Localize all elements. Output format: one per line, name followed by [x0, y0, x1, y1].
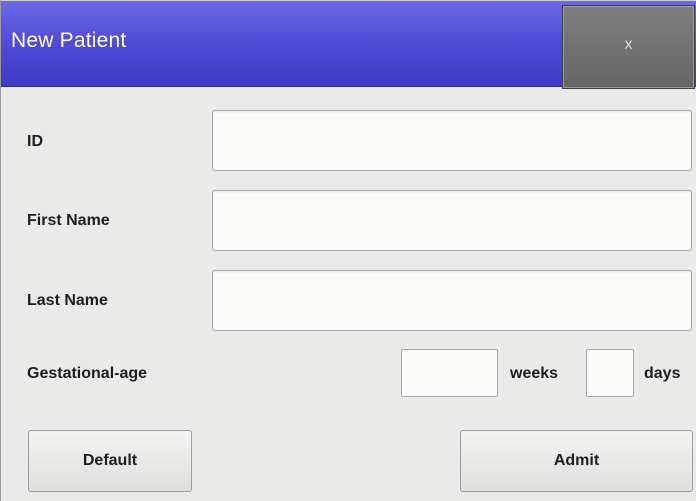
admit-button[interactable]: Admit	[460, 430, 693, 492]
weeks-field[interactable]	[401, 349, 498, 397]
title-bar: New Patient x	[1, 1, 696, 89]
last-name-field[interactable]	[212, 270, 692, 331]
gestational-age-label: Gestational-age	[27, 365, 148, 382]
close-icon: x	[624, 36, 633, 53]
first-name-field[interactable]	[212, 190, 692, 251]
new-patient-dialog: New Patient x ID First Name Last Name Ge…	[0, 0, 696, 501]
last-name-label: Last Name	[27, 292, 108, 309]
id-label: ID	[27, 133, 43, 150]
default-button-label: Default	[82, 452, 138, 469]
dialog-title: New Patient	[11, 29, 127, 52]
close-button[interactable]: x	[562, 5, 695, 89]
default-button[interactable]: Default	[28, 430, 192, 492]
admit-button-label: Admit	[553, 452, 600, 469]
days-unit-label: days	[644, 365, 681, 382]
first-name-label: First Name	[27, 212, 110, 229]
days-field[interactable]	[586, 349, 634, 397]
id-field[interactable]	[212, 110, 692, 171]
weeks-unit-label: weeks	[510, 365, 559, 382]
